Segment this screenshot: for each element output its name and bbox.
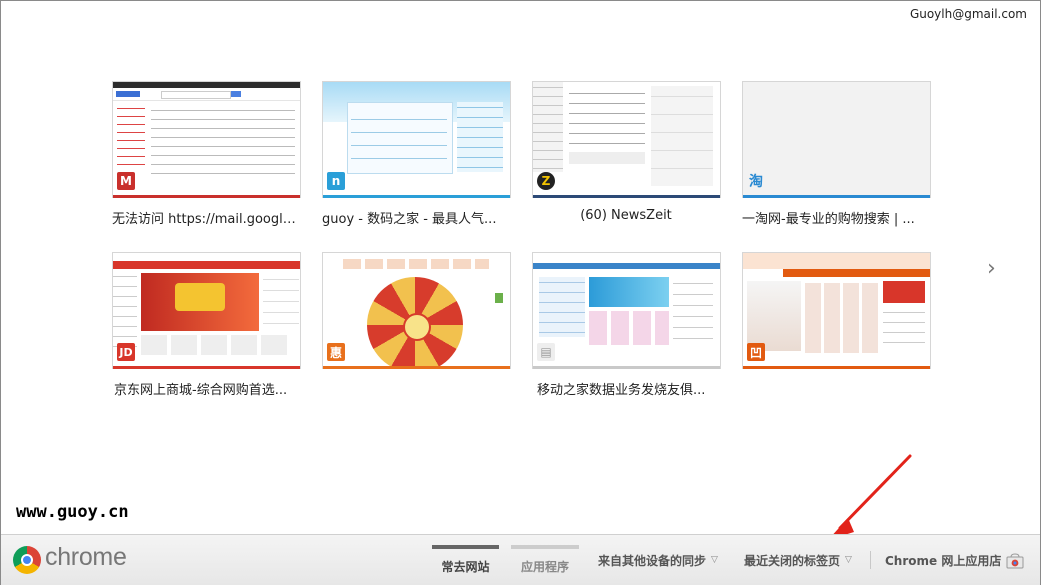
jd-icon: JD xyxy=(117,343,135,361)
most-visited-tile[interactable]: 凹 xyxy=(742,252,931,369)
tab-indicator xyxy=(511,545,579,549)
page-thumbnail xyxy=(533,253,720,366)
most-visited-tile[interactable]: M xyxy=(112,81,301,198)
ntp-footer: chrome 常去网站 应用程序 来自其他设备的同步 ▽ 最近关闭的标签页 ▽ … xyxy=(1,534,1040,585)
tab-label: 应用程序 xyxy=(520,559,569,574)
tile-color-bar xyxy=(323,195,510,198)
gmail-icon: M xyxy=(117,172,135,190)
tile-color-bar xyxy=(533,195,720,198)
tile-title[interactable]: 无法访问 https://mail.google... xyxy=(112,208,302,227)
site-n-icon: n xyxy=(327,172,345,190)
page-thumbnail xyxy=(113,82,300,195)
tile-title[interactable]: (60) NewsZeit xyxy=(532,208,720,223)
most-visited-tile[interactable]: 淘 xyxy=(742,81,931,198)
most-visited-tile[interactable]: Z xyxy=(532,81,721,198)
tile-color-bar xyxy=(533,366,720,369)
document-icon: ▤ xyxy=(537,343,555,361)
chevron-down-icon: ▽ xyxy=(711,555,718,565)
most-visited-tile[interactable]: 惠 xyxy=(322,252,511,369)
menu-label: 来自其他设备的同步 xyxy=(598,553,707,568)
tile-color-bar xyxy=(743,366,930,369)
tile-color-bar xyxy=(113,195,300,198)
tile-color-bar xyxy=(743,195,930,198)
tab-most-visited[interactable]: 常去网站 xyxy=(432,535,499,585)
page-thumbnail xyxy=(533,82,720,195)
site-bag-icon: 凹 xyxy=(747,343,765,361)
web-store-icon[interactable] xyxy=(1006,553,1024,569)
next-page-arrow-icon[interactable]: › xyxy=(987,256,996,281)
tile-title[interactable]: 移动之家数据业务发烧友俱... xyxy=(537,379,722,398)
chrome-wordmark: chrome xyxy=(45,543,127,571)
most-visited-tile[interactable]: n xyxy=(322,81,511,198)
page-thumbnail xyxy=(323,253,510,366)
tile-title[interactable]: 一淘网-最专业的购物搜索 | ... xyxy=(742,208,932,227)
red-annotation-arrow-icon xyxy=(828,454,912,540)
page-thumbnail xyxy=(323,82,510,195)
page-thumbnail xyxy=(743,253,930,366)
tab-indicator xyxy=(432,545,499,549)
menu-other-devices[interactable]: 来自其他设备的同步 ▽ xyxy=(598,535,718,585)
menu-recently-closed[interactable]: 最近关闭的标签页 ▽ xyxy=(744,535,852,585)
menu-label: 最近关闭的标签页 xyxy=(744,553,841,568)
most-visited-tile[interactable]: ▤ xyxy=(532,252,721,369)
tile-color-bar xyxy=(323,366,510,369)
chevron-down-icon: ▽ xyxy=(845,555,852,565)
page-thumbnail xyxy=(113,253,300,366)
watermark-text: www.guoy.cn xyxy=(16,502,129,522)
tile-color-bar xyxy=(113,366,300,369)
hui-icon: 惠 xyxy=(327,343,345,361)
tile-title[interactable]: 京东网上商城-综合网购首选... xyxy=(114,379,304,398)
chrome-logo-icon xyxy=(13,546,41,574)
most-visited-tile[interactable]: JD xyxy=(112,252,301,369)
etao-icon: 淘 xyxy=(749,174,763,190)
account-email[interactable]: Guoylh@gmail.com xyxy=(910,7,1027,21)
tab-label: 常去网站 xyxy=(441,559,490,574)
divider xyxy=(870,551,871,569)
tile-title[interactable]: guoy - 数码之家 - 最具人气... xyxy=(322,208,510,227)
webstore-link[interactable]: Chrome 网上应用店 xyxy=(885,535,1001,585)
tab-apps[interactable]: 应用程序 xyxy=(511,535,579,585)
newszeit-icon: Z xyxy=(537,172,555,190)
